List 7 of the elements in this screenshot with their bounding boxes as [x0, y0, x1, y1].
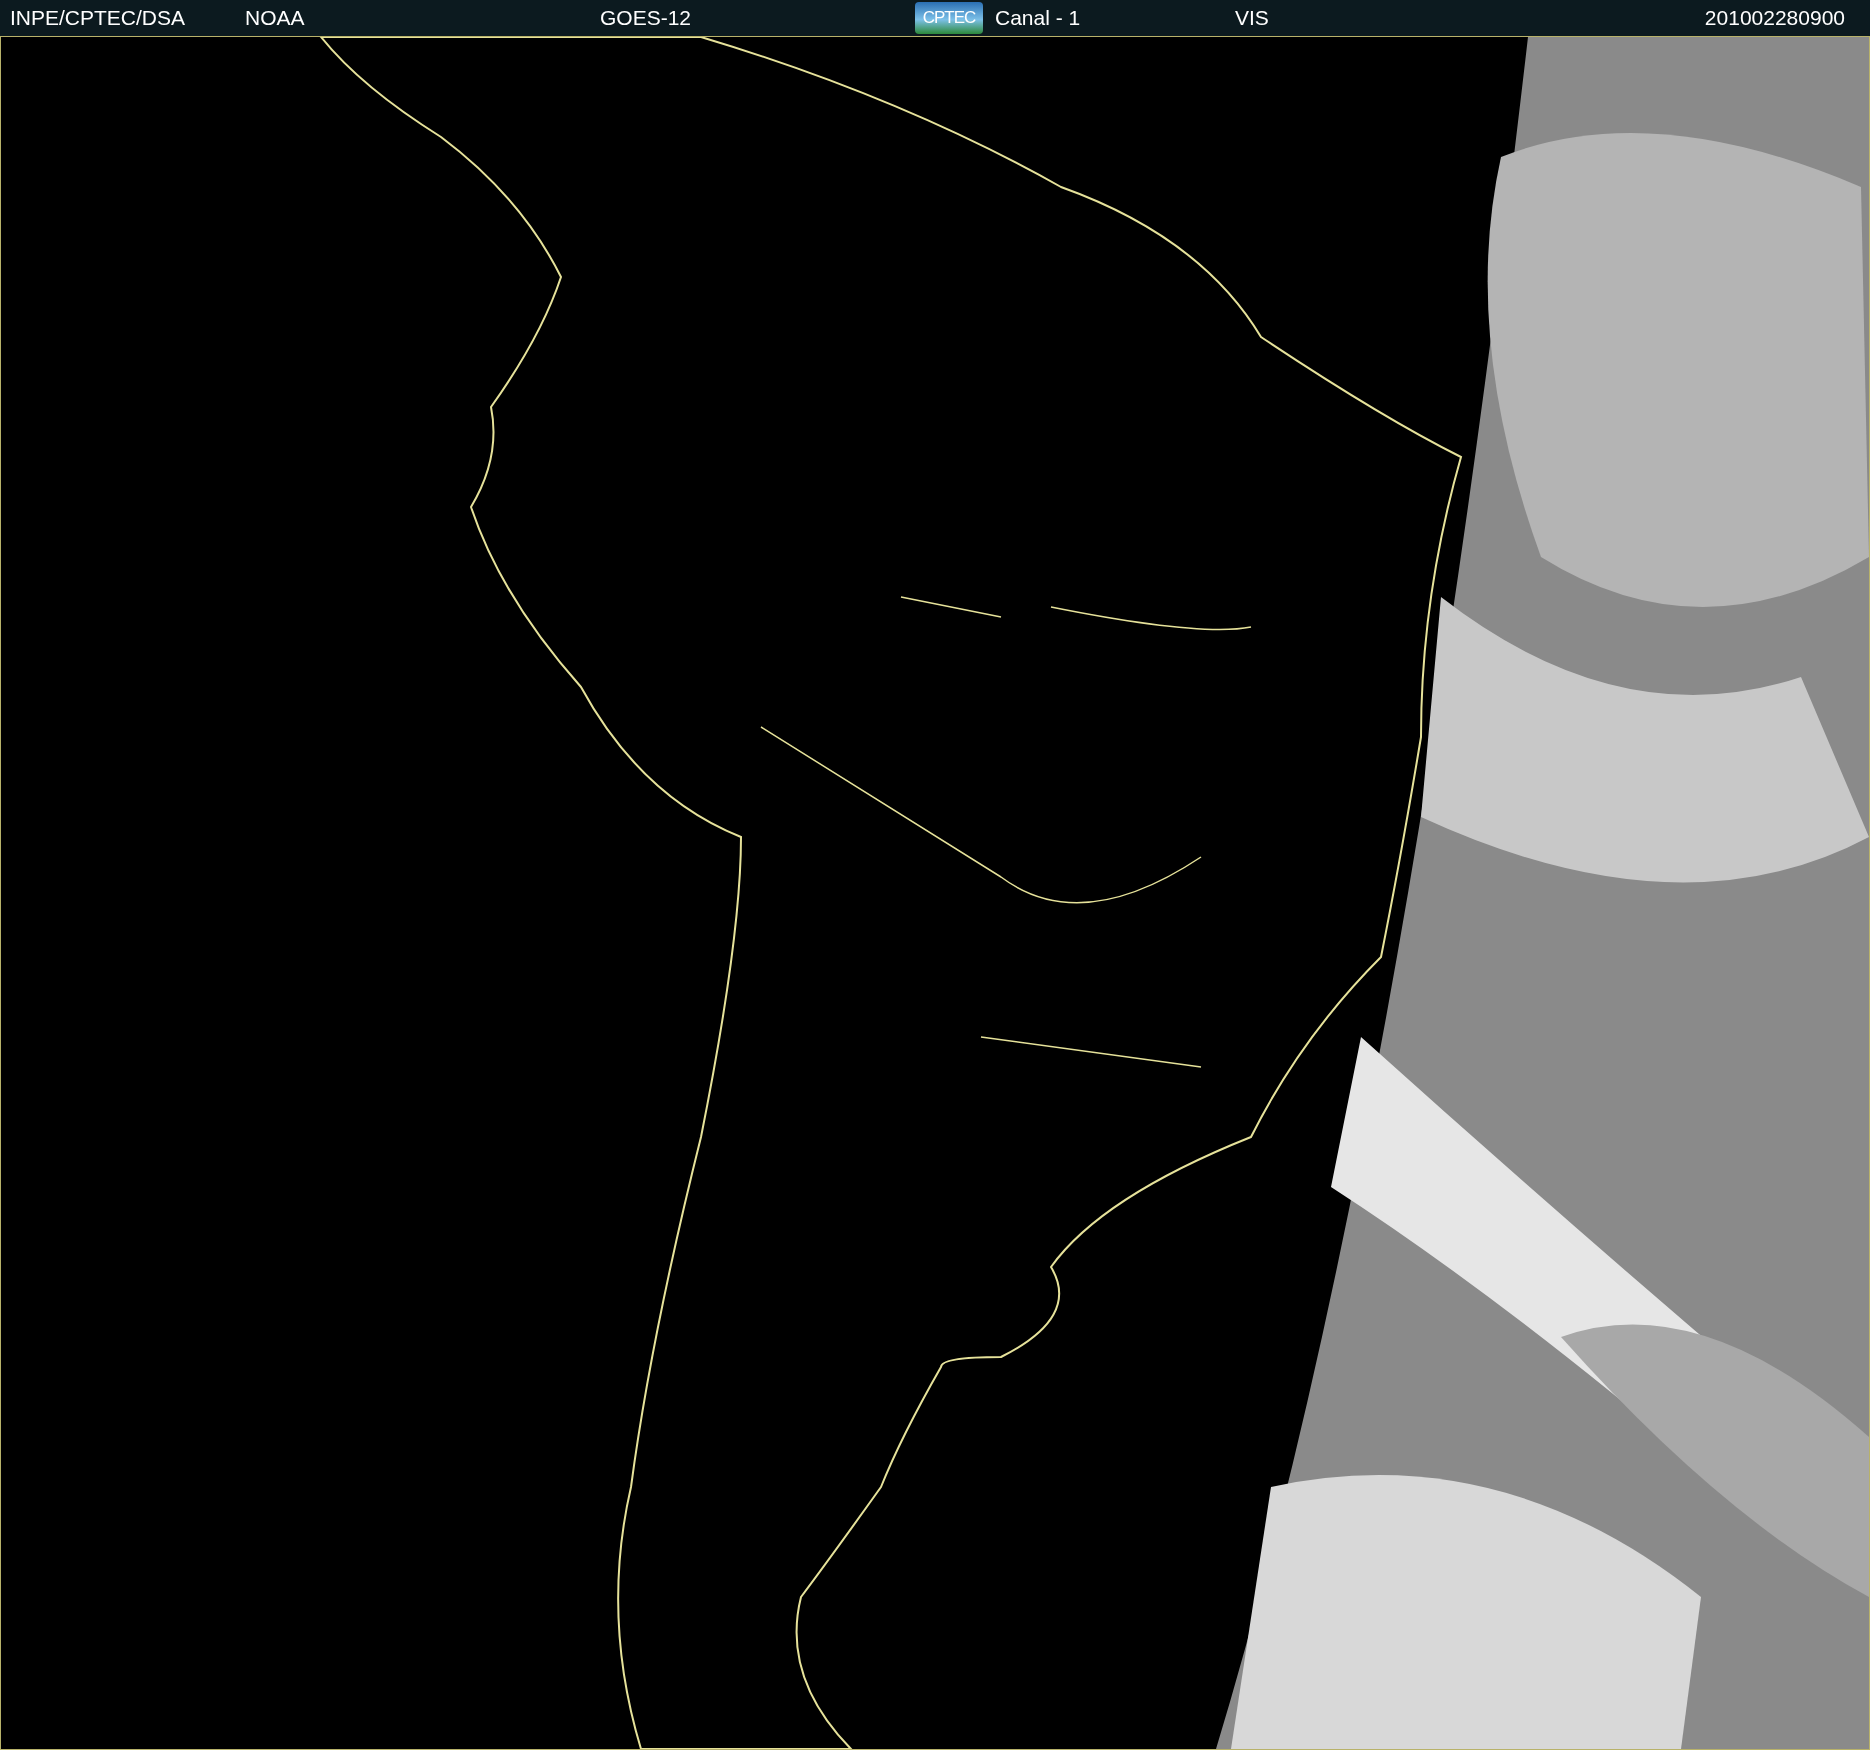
header-text: GOES-12 [599, 6, 693, 30]
logo: CPTEC [915, 2, 983, 34]
header-text: 201002280900 [1704, 6, 1846, 30]
header-text: INPE/CPTEC/DSA [9, 6, 187, 30]
header-text: Canal - 1 [994, 6, 1082, 30]
header-text: NOAA [244, 6, 306, 30]
header-text: VIS [1234, 6, 1270, 30]
